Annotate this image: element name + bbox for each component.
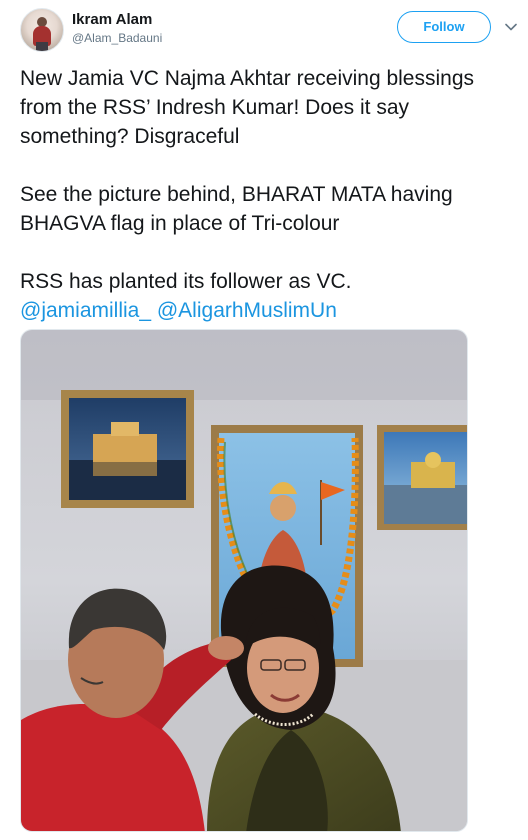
photo-illustration <box>21 330 467 831</box>
tweet-paragraph-3: RSS has planted its follower as VC. <box>20 270 352 293</box>
tweet-photo[interactable] <box>20 329 468 832</box>
author-handle[interactable]: @Alam_Badauni <box>72 29 162 47</box>
tweet-paragraph-2: See the picture behind, BHARAT MATA havi… <box>20 183 453 235</box>
follow-button[interactable]: Follow <box>397 11 491 43</box>
tweet-mentions: @jamiamillia_ @AligarhMuslimUn <box>20 296 515 325</box>
author-display-name[interactable]: Ikram Alam <box>72 11 162 29</box>
avatar-figure-legs <box>36 42 48 51</box>
chevron-down-icon[interactable] <box>503 19 519 35</box>
tweet-card: Ikram Alam @Alam_Badauni Follow New Jami… <box>0 0 528 840</box>
tweet-paragraph-1: New Jamia VC Najma Akhtar receiving bles… <box>20 67 475 148</box>
tweet-text: New Jamia VC Najma Akhtar receiving bles… <box>20 64 515 325</box>
mention-link-aligarhmuslimun[interactable]: @AligarhMuslimUn <box>157 299 337 322</box>
tweet-header: Ikram Alam @Alam_Badauni Follow <box>0 0 528 60</box>
author-info[interactable]: Ikram Alam @Alam_Badauni <box>72 11 162 47</box>
mention-link-jamiamillia[interactable]: @jamiamillia_ <box>20 299 151 322</box>
avatar[interactable] <box>20 8 64 52</box>
